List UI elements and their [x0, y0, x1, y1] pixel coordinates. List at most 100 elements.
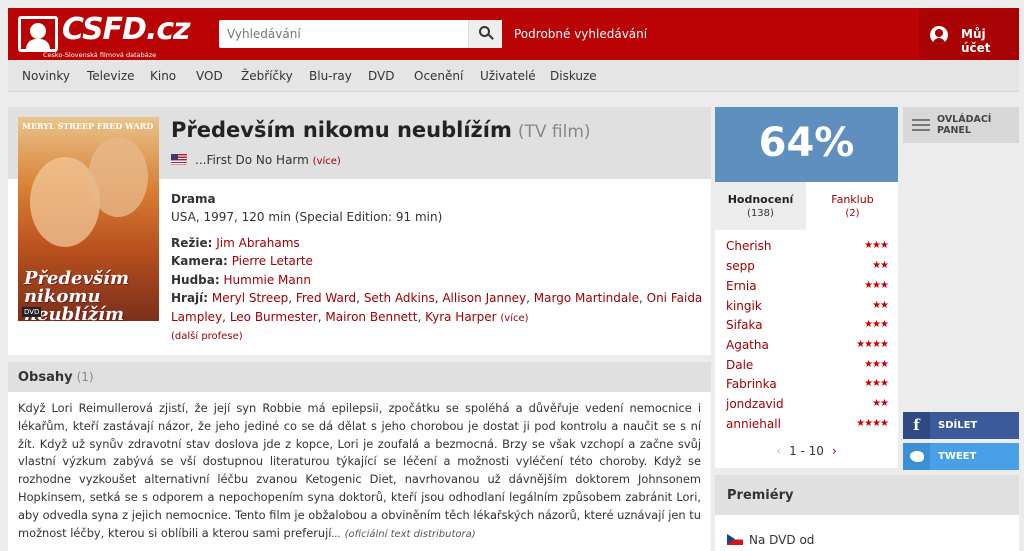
chevron-left-icon[interactable]: ‹	[776, 444, 781, 458]
cast-link[interactable]: Oni Faida	[647, 291, 703, 305]
cast-link[interactable]: Mairon Bennett	[325, 310, 417, 324]
more-professions-link[interactable]: (další profese)	[171, 331, 243, 342]
nav-item-diskuze[interactable]: Diskuze	[550, 69, 597, 83]
cast-link[interactable]: Allison Janney	[442, 291, 526, 305]
synopsis-body: Když Lori Reimullerová zjistí, že její s…	[18, 401, 701, 540]
user-name: jondzavid	[726, 397, 784, 411]
user-ratings-list: Cherish ★★★ sepp ★★ Ernia ★★★ kingik ★★ Sifa…	[715, 230, 898, 468]
synopsis-text: Když Lori Reimullerová zjistí, že její s…	[18, 400, 701, 543]
stars-icon: ★★★	[864, 319, 889, 330]
stars-icon: ★★★	[864, 359, 889, 370]
rating-box: 64%	[715, 107, 898, 182]
rating-row[interactable]: Agatha ★★★★	[726, 338, 889, 358]
advanced-search-link[interactable]: Podrobné vyhledávání	[514, 27, 647, 41]
logo-text: CSFD.cz	[62, 12, 191, 47]
rating-row[interactable]: jondzavid ★★	[726, 397, 889, 417]
music-link[interactable]: Hummie Mann	[224, 273, 311, 287]
original-more-link[interactable]: (více)	[313, 156, 341, 167]
tab-label: Fanklub	[831, 193, 874, 206]
tab-hodnoceni[interactable]: Hodnocení (138)	[715, 182, 806, 230]
cast-link[interactable]: Meryl Streep	[212, 291, 288, 305]
tweet-button[interactable]: TWEET	[903, 443, 1019, 470]
synopsis-ellipsis[interactable]: ...	[331, 529, 341, 540]
ratings-pager: ‹ 1 - 10 ›	[715, 444, 898, 458]
premiery-heading: Premiéry	[727, 488, 794, 503]
cast-more-link[interactable]: (více)	[500, 313, 528, 324]
cast-link[interactable]: Seth Adkins	[364, 291, 435, 305]
synopsis-header: Obsahy (1)	[8, 362, 711, 392]
film-poster[interactable]: MERYL STREEP FRED WARD Především nikomu …	[18, 117, 159, 321]
nav-item-kino[interactable]: Kino	[150, 69, 176, 83]
user-name: Agatha	[726, 338, 769, 352]
user-name: Cherish	[726, 239, 772, 253]
cast-link[interactable]: Margo Martindale	[534, 291, 639, 305]
nav-item-novinky[interactable]: Novinky	[22, 69, 70, 83]
poster-dvd-badge: DVD	[22, 307, 42, 317]
poster-title: Především nikomu neublížím	[24, 268, 129, 322]
nav-item-vod[interactable]: VOD	[196, 69, 223, 83]
facebook-share-button[interactable]: f SDÍLET	[903, 412, 1019, 439]
premiery-row: Na DVD od	[727, 533, 814, 547]
nav-item-bluray[interactable]: Blu-ray	[309, 69, 352, 83]
rating-row[interactable]: Cherish ★★★	[726, 239, 889, 259]
search-box	[219, 20, 502, 48]
director-label: Režie:	[171, 236, 213, 250]
nav-item-dvd[interactable]: DVD	[368, 69, 394, 83]
control-panel-button[interactable]: OVLÁDACÍ PANEL	[903, 107, 1019, 143]
rating-row[interactable]: Fabrinka ★★★	[726, 377, 889, 397]
rating-row[interactable]: anniehall ★★★★	[726, 417, 889, 437]
film-type: (TV film)	[517, 122, 591, 142]
user-name: Ernia	[726, 279, 757, 293]
stars-icon: ★★★	[864, 240, 889, 251]
crew-cast: Hrají: Meryl Streep, Fred Ward, Seth Adk…	[171, 291, 703, 305]
user-name: Dale	[726, 358, 754, 372]
stars-icon: ★★★	[864, 378, 889, 389]
film-title: Především nikomu neublížím (TV film)	[171, 118, 591, 142]
tab-label: Hodnocení	[727, 193, 794, 206]
rating-row[interactable]: Sifaka ★★★	[726, 318, 889, 338]
site-header: CSFD.cz Česko-Slovenská filmová databáze…	[8, 8, 1019, 60]
rating-row[interactable]: sepp ★★	[726, 259, 889, 279]
camera-link[interactable]: Pierre Letarte	[232, 254, 313, 268]
account-button[interactable]: Můj účet	[919, 8, 1019, 60]
nav-item-zebricky[interactable]: Žebříčky	[241, 69, 293, 83]
chevron-right-icon[interactable]: ›	[832, 444, 837, 458]
synopsis-heading: Obsahy	[18, 370, 73, 385]
cast-link[interactable]: Lampley	[171, 310, 222, 324]
us-flag-icon	[171, 154, 187, 165]
user-icon	[930, 26, 948, 44]
stars-icon: ★★★	[864, 280, 889, 291]
nav-item-uzivatele[interactable]: Uživatelé	[480, 69, 536, 83]
site-logo[interactable]: CSFD.cz Česko-Slovenská filmová databáze	[18, 12, 191, 59]
tweet-label: TWEET	[938, 451, 977, 462]
control-panel-label: OVLÁDACÍ PANEL	[937, 114, 992, 136]
camera-label: Kamera:	[171, 254, 228, 268]
crew-cast-continued: Lampley, Leo Burmester, Mairon Bennett, …	[171, 310, 529, 324]
stars-icon: ★★★★	[856, 339, 889, 350]
original-title-text: ...First Do No Harm	[195, 153, 309, 167]
crew-camera: Kamera: Pierre Letarte	[171, 254, 313, 268]
cast-link[interactable]: Fred Ward	[296, 291, 356, 305]
tab-fanklub[interactable]: Fanklub (2)	[807, 182, 898, 230]
tab-count: (138)	[747, 208, 774, 219]
search-input[interactable]	[219, 20, 468, 48]
nav-item-oceneni[interactable]: Ocenění	[414, 69, 463, 83]
tab-count: (2)	[845, 208, 860, 219]
crew-director: Režie: Jim Abrahams	[171, 236, 300, 250]
original-title: ...First Do No Harm (více)	[171, 153, 341, 167]
account-label: Můj účet	[961, 27, 991, 55]
director-link[interactable]: Jim Abrahams	[216, 236, 299, 250]
nav-item-televize[interactable]: Televize	[87, 69, 135, 83]
search-button[interactable]	[468, 20, 502, 48]
rating-row[interactable]: Dale ★★★	[726, 358, 889, 378]
film-title-text: Především nikomu neublížím	[171, 118, 512, 142]
rating-row[interactable]: Ernia ★★★	[726, 279, 889, 299]
stars-icon: ★★★★	[856, 418, 889, 429]
cz-flag-icon	[727, 534, 743, 545]
synopsis-panel: Obsahy (1) Když Lori Reimullerová zjistí,…	[8, 362, 711, 551]
cast-link[interactable]: Kyra Harper	[425, 310, 496, 324]
logo-subtitle: Česko-Slovenská filmová databáze	[43, 51, 157, 59]
rating-row[interactable]: kingik ★★	[726, 299, 889, 319]
film-origin: USA, 1997, 120 min (Special Edition: 91 …	[171, 210, 443, 224]
cast-link[interactable]: Leo Burmester	[230, 310, 318, 324]
